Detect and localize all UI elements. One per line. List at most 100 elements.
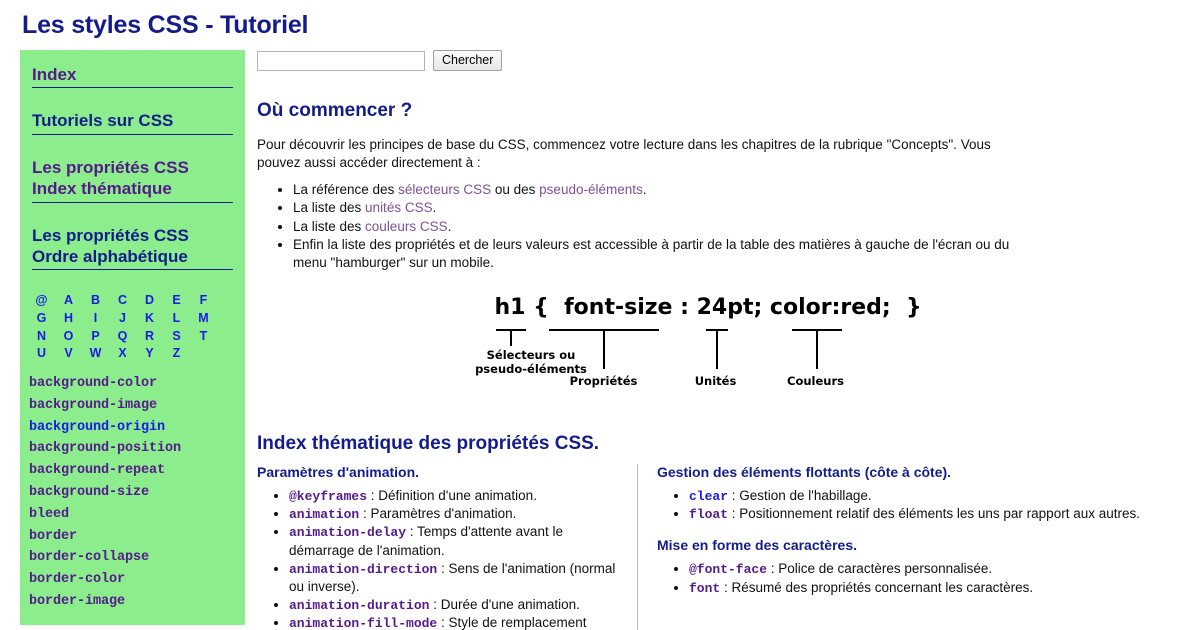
property-link-animation-duration[interactable]: animation-duration [289, 598, 429, 613]
list-item: background-size [29, 480, 245, 502]
bullet-0-mid: ou des [491, 181, 540, 197]
alphabet-link-o[interactable]: O [55, 328, 82, 345]
alphabet-link-n[interactable]: N [28, 328, 55, 345]
property-link-font[interactable]: font [689, 581, 720, 596]
sidebar-item-index-thematique-line1: Les propriétés CSS [32, 157, 189, 177]
alphabet-link-z[interactable]: Z [163, 345, 190, 362]
page-title: Les styles CSS - Tutoriel [22, 11, 309, 39]
link-pseudo-elements[interactable]: pseudo-éléments [539, 182, 643, 197]
category-title: Gestion des éléments flottants (côte à c… [657, 463, 952, 480]
bullet-0-pre: La référence des [293, 181, 399, 197]
alphabet-link-q[interactable]: Q [109, 328, 136, 345]
list-item: background-origin [29, 415, 245, 437]
list-item: border-color [29, 567, 245, 589]
alphabet-link-g[interactable]: G [28, 310, 55, 327]
bullet-1-pre: La liste des [293, 200, 366, 216]
list-item: border-image [29, 589, 245, 611]
list-item: La référence des sélecteurs CSS ou des p… [293, 181, 1017, 199]
alphabet-link-w[interactable]: W [82, 345, 109, 362]
alphabet-link-h[interactable]: H [55, 310, 82, 327]
bullet-3-text: Enfin la liste des propriétés et de leur… [293, 236, 1010, 271]
diagram-label-selectors: Sélecteurs ou pseudo-éléments [469, 348, 594, 376]
link-selecteurs-css[interactable]: sélecteurs CSS [398, 182, 491, 197]
search-bar: Chercher [257, 50, 1186, 71]
list-item: @font-face : Police de caractères person… [689, 560, 1186, 578]
category-title: Paramètres d'animation. [257, 463, 420, 480]
property-link-float[interactable]: float [689, 507, 728, 522]
sidebar-item-tutoriels[interactable]: Tutoriels sur CSS [32, 88, 233, 131]
property-link-animation-fill-mode[interactable]: animation-fill-mode [289, 616, 437, 630]
sidebar-item-ordre-alphabetique[interactable]: Les propriétés CSS Ordre alphabétique [32, 203, 233, 268]
alphabet-link-c[interactable]: C [109, 292, 136, 309]
sidebar-property-border[interactable]: border [29, 529, 77, 544]
alphabet-link-k[interactable]: K [136, 310, 163, 327]
list-item: clear : Gestion de l'habillage. [689, 487, 1186, 505]
alphabet-link-f[interactable]: F [190, 292, 217, 309]
property-link-animation[interactable]: animation [289, 507, 359, 522]
category-title: Mise en forme des caractères. [657, 537, 857, 554]
alphabet-link-at[interactable]: @ [28, 292, 55, 309]
property-link-clear[interactable]: clear [689, 489, 728, 504]
alphabet-link-y[interactable]: Y [136, 345, 163, 362]
alphabet-link-m[interactable]: M [190, 310, 217, 327]
property-link-animation-delay[interactable]: animation-delay [289, 525, 406, 540]
search-button[interactable]: Chercher [433, 50, 503, 71]
diagram-label-colors: Couleurs [787, 373, 844, 388]
alphabet-link-b[interactable]: B [82, 292, 109, 309]
sidebar: Index Tutoriels sur CSS Les propriétés C… [20, 50, 245, 625]
category-property-list: clear : Gestion de l'habillage.float : P… [657, 487, 1186, 524]
alphabet-link-j[interactable]: J [109, 310, 136, 327]
sidebar-property-background-position[interactable]: background-position [29, 441, 181, 456]
main-content: Chercher Où commencer ? Pour découvrir l… [245, 50, 1200, 630]
sidebar-property-background-size[interactable]: background-size [29, 485, 149, 500]
list-item: Enfin la liste des propriétés et de leur… [293, 236, 1017, 273]
search-input[interactable] [257, 50, 425, 71]
diagram-label-properties: Propriétés [569, 373, 638, 388]
diagram-tick-units [715, 329, 718, 369]
list-item: border [29, 524, 245, 546]
property-description: : Positionnement relatif des éléments le… [728, 505, 1140, 521]
sidebar-item-index-thematique[interactable]: Les propriétés CSS Index thématique [32, 135, 233, 200]
link-unites-css[interactable]: unités CSS [365, 200, 433, 215]
list-item: animation-duration : Durée d'une animati… [289, 596, 623, 614]
property-description: : Définition d'une animation. [367, 487, 537, 503]
alphabet-link-p[interactable]: P [82, 328, 109, 345]
alphabet-link-i[interactable]: I [82, 310, 109, 327]
diagram-code: h1 { font-size : 24pt; color:red; } [494, 294, 922, 320]
section-heading-ou-commencer: Où commencer ? [257, 100, 413, 121]
alphabet-link-u[interactable]: U [28, 345, 55, 362]
sidebar-property-background-color[interactable]: background-color [29, 376, 157, 391]
sidebar-property-border-collapse[interactable]: border-collapse [29, 550, 149, 565]
alphabet-link-r[interactable]: R [136, 328, 163, 345]
sidebar-property-border-image[interactable]: border-image [29, 594, 125, 609]
property-description: : Gestion de l'habillage. [728, 487, 872, 503]
sidebar-item-index-thematique-line2: Index thématique [32, 179, 172, 199]
sidebar-property-bleed[interactable]: bleed [29, 507, 69, 522]
sidebar-property-border-color[interactable]: border-color [29, 572, 125, 587]
index-columns: Paramètres d'animation. @keyframes : Défi… [257, 463, 1186, 630]
property-link-at-keyframes[interactable]: @keyframes [289, 489, 367, 504]
category-property-list: @font-face : Police de caractères person… [657, 560, 1186, 597]
alphabet-link-v[interactable]: V [55, 345, 82, 362]
alphabet-link-l[interactable]: L [163, 310, 190, 327]
alphabet-link-e[interactable]: E [163, 292, 190, 309]
diagram-label-units: Unités [694, 373, 737, 388]
link-couleurs-css[interactable]: couleurs CSS [365, 219, 448, 234]
alphabet-link-t[interactable]: T [190, 328, 217, 345]
alphabet-link-d[interactable]: D [136, 292, 163, 309]
property-link-animation-direction[interactable]: animation-direction [289, 562, 437, 577]
property-link-at-font-face[interactable]: @font-face [689, 562, 767, 577]
list-item: La liste des unités CSS. [293, 199, 1017, 217]
intro-paragraph: Pour découvrir les principes de base du … [257, 137, 991, 170]
category-property-list: @keyframes : Définition d'une animation.… [257, 487, 623, 630]
page-root: Les styles CSS - Tutoriel Index Tutoriel… [0, 0, 1200, 630]
sidebar-property-background-image[interactable]: background-image [29, 398, 157, 413]
alphabet-link-x[interactable]: X [109, 345, 136, 362]
sidebar-nav: Index Tutoriels sur CSS Les propriétés C… [20, 58, 245, 271]
sidebar-property-background-repeat[interactable]: background-repeat [29, 463, 165, 478]
sidebar-item-index[interactable]: Index [32, 58, 233, 85]
diagram-tick-selectors [509, 329, 512, 346]
alphabet-link-s[interactable]: S [163, 328, 190, 345]
sidebar-property-background-origin[interactable]: background-origin [29, 420, 165, 435]
alphabet-link-a[interactable]: A [55, 292, 82, 309]
